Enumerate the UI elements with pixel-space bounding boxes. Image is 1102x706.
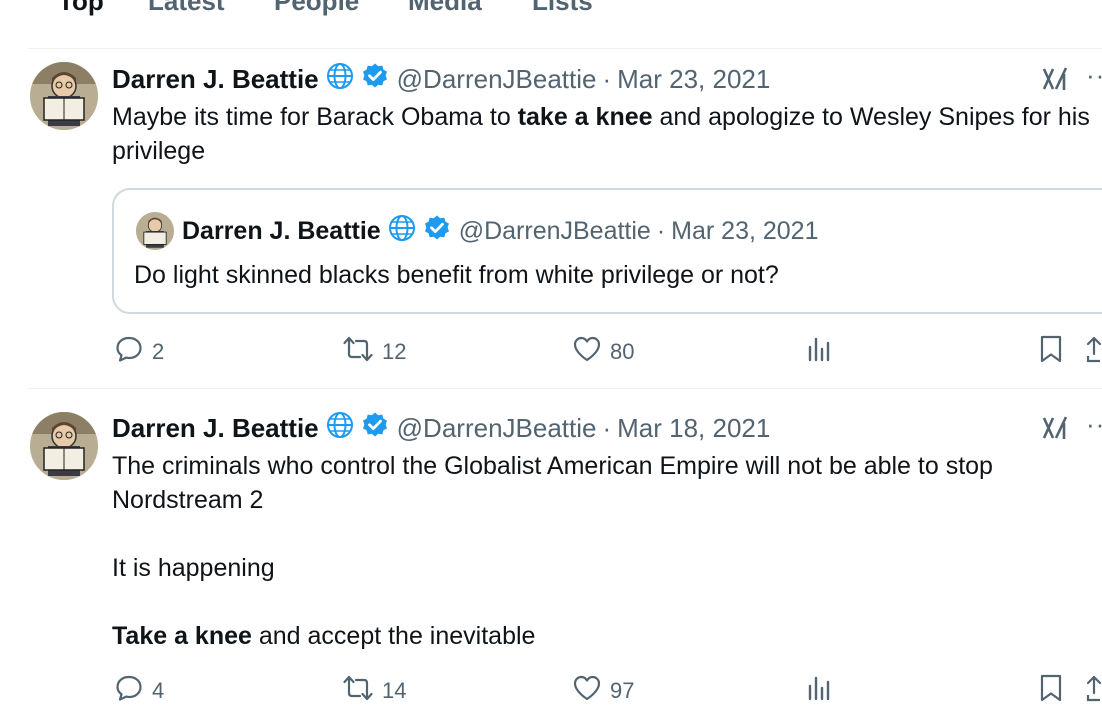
like-count: 97 bbox=[610, 678, 635, 703]
avatar[interactable] bbox=[30, 412, 98, 480]
views-icon bbox=[806, 673, 842, 706]
reply-icon bbox=[114, 673, 152, 706]
more-icon[interactable]: ·· bbox=[1086, 409, 1102, 440]
tweet-header: Darren J. Beattie @DarrenJBeattie · Mar … bbox=[112, 411, 770, 445]
tweet-text-line: Take a knee and accept the inevitable bbox=[112, 619, 1097, 653]
share-button[interactable] bbox=[1086, 671, 1102, 706]
tweet-actions: 4 14 97 bbox=[0, 671, 1102, 706]
repost-count: 14 bbox=[382, 678, 407, 703]
verified-badge-icon bbox=[361, 411, 389, 446]
like-button[interactable]: 97 bbox=[572, 671, 634, 706]
tweet-text-part: and accept the inevitable bbox=[251, 622, 536, 650]
share-icon bbox=[1086, 673, 1102, 706]
like-icon bbox=[572, 673, 610, 706]
grok-icon[interactable] bbox=[1040, 413, 1070, 448]
tweet-text-bold: Take a knee bbox=[112, 622, 252, 650]
repost-icon bbox=[342, 673, 382, 706]
author-name[interactable]: Darren J. Beattie bbox=[112, 413, 319, 444]
tweet-text: The criminals who control the Globalist … bbox=[112, 452, 993, 514]
views-button[interactable] bbox=[806, 671, 842, 706]
tweet-text-line: It is happening bbox=[112, 554, 275, 582]
bookmark-button[interactable] bbox=[1038, 671, 1072, 706]
reply-button[interactable]: 4 bbox=[114, 671, 164, 706]
tweet[interactable]: Darren J. Beattie @DarrenJBeattie · Mar … bbox=[0, 0, 1102, 706]
author-handle[interactable]: @DarrenJBeattie bbox=[397, 413, 597, 444]
globe-icon bbox=[325, 410, 355, 447]
reply-count: 4 bbox=[152, 678, 165, 703]
repost-button[interactable]: 14 bbox=[342, 671, 406, 706]
tweet-date[interactable]: Mar 18, 2021 bbox=[617, 413, 770, 444]
separator: · bbox=[602, 412, 612, 443]
bookmark-icon bbox=[1038, 673, 1072, 706]
